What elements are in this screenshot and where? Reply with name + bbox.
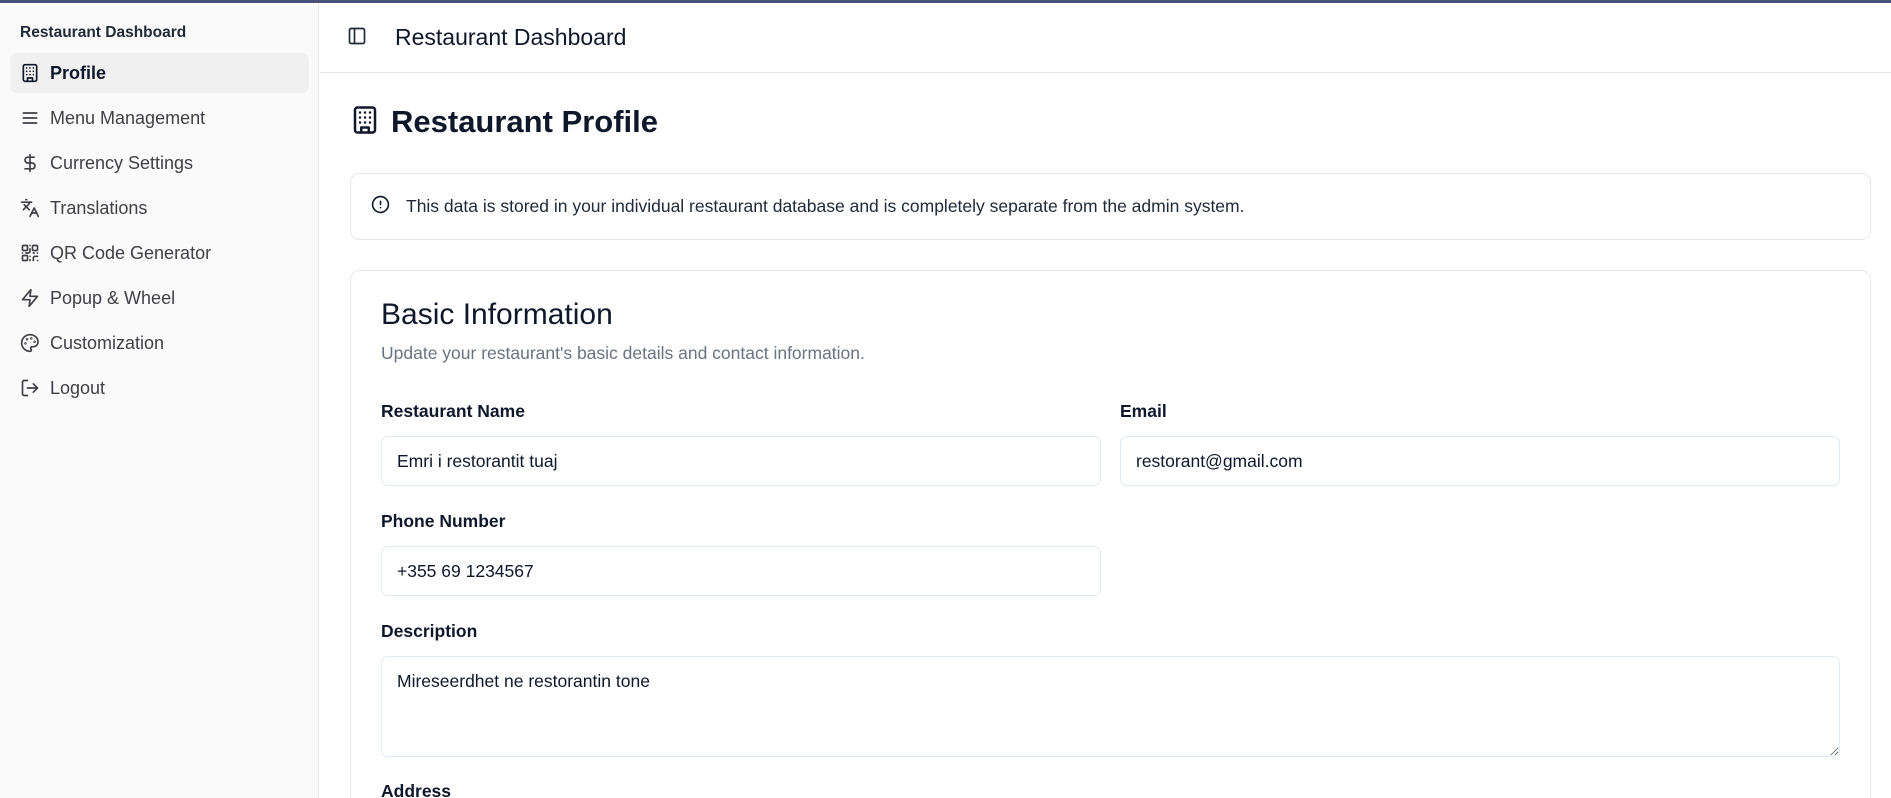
description-label: Description (381, 621, 478, 641)
phone-number-label: Phone Number (381, 511, 506, 531)
zap-icon (20, 288, 40, 308)
sidebar-nav: Profile Menu Management Currency Setting… (10, 53, 309, 413)
sidebar-title: Restaurant Dashboard (20, 24, 187, 41)
page-title: Restaurant Profile (391, 104, 659, 139)
sidebar-item-translations[interactable]: Translations (10, 188, 309, 228)
qr-code-icon (20, 243, 40, 263)
dollar-icon (20, 153, 40, 173)
sidebar-item-label: Translations (50, 197, 148, 218)
panel-left-icon (347, 26, 367, 51)
card-title: Basic Information (381, 298, 613, 331)
sidebar-item-popup-wheel[interactable]: Popup & Wheel (10, 278, 309, 318)
sidebar-item-label: Currency Settings (50, 152, 194, 173)
logout-icon (20, 378, 40, 398)
palette-icon (20, 333, 40, 353)
email-input[interactable] (1120, 436, 1840, 486)
sidebar-item-label: QR Code Generator (50, 242, 212, 263)
email-label: Email (1120, 401, 1167, 421)
sidebar-item-label: Customization (50, 332, 165, 353)
info-alert: This data is stored in your individual r… (350, 173, 1871, 240)
sidebar-item-menu-management[interactable]: Menu Management (10, 98, 309, 138)
sidebar-item-currency-settings[interactable]: Currency Settings (10, 143, 309, 183)
languages-icon (20, 198, 40, 218)
sidebar-item-label: Logout (50, 377, 106, 398)
sidebar: Restaurant Dashboard Profile Menu Manage… (0, 0, 319, 798)
sidebar-toggle-button[interactable] (344, 25, 370, 51)
restaurant-name-input[interactable] (381, 436, 1101, 486)
building-icon (20, 63, 40, 83)
sidebar-item-profile[interactable]: Profile (10, 53, 309, 93)
page-heading: Restaurant Profile (350, 104, 658, 140)
top-accent-line (0, 0, 1891, 3)
sidebar-item-customization[interactable]: Customization (10, 323, 309, 363)
sidebar-item-label: Menu Management (50, 107, 206, 128)
sidebar-item-label: Profile (50, 62, 107, 83)
phone-number-input[interactable] (381, 546, 1101, 596)
main-content: Restaurant Profile This data is stored i… (320, 74, 1891, 798)
restaurant-name-label: Restaurant Name (381, 401, 525, 421)
menu-icon (20, 108, 40, 128)
card-description: Update your restaurant's basic details a… (381, 343, 865, 363)
sidebar-item-label: Popup & Wheel (50, 287, 176, 308)
description-textarea[interactable]: Mireseerdhet ne restorantin tone (381, 656, 1840, 757)
address-label: Address (381, 781, 452, 798)
info-circle-icon (371, 195, 406, 219)
alert-text: This data is stored in your individual r… (406, 196, 1245, 216)
top-header: Restaurant Dashboard (320, 3, 1891, 73)
header-title: Restaurant Dashboard (395, 24, 627, 50)
basic-information-card: Basic Information Update your restaurant… (350, 270, 1871, 798)
sidebar-item-qr-code-generator[interactable]: QR Code Generator (10, 233, 309, 273)
sidebar-item-logout[interactable]: Logout (10, 368, 309, 408)
building-icon (350, 105, 391, 140)
